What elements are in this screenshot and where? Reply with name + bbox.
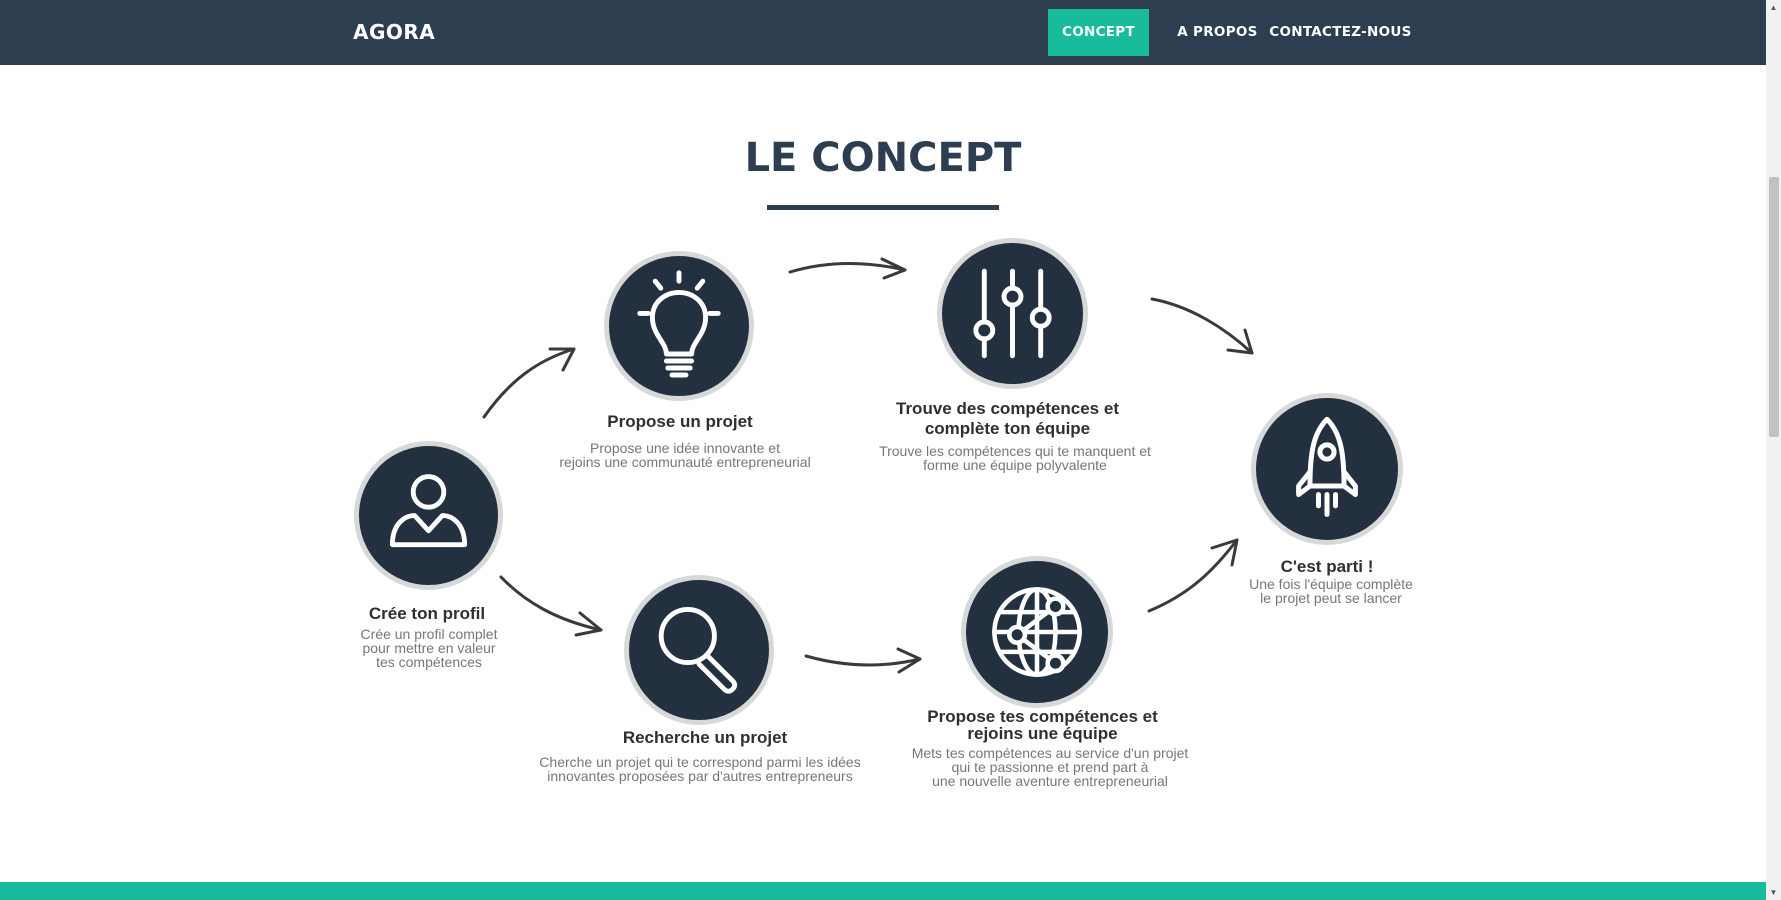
nav-item-concept[interactable]: CONCEPT — [1048, 9, 1149, 56]
step-desc-trouve: Trouve les compétences qui te manquent e… — [879, 443, 1151, 473]
rocket-icon — [1296, 416, 1358, 517]
step-desc-propose-competences: Mets tes compétences au service d'un pro… — [911, 745, 1189, 789]
footer-bar — [0, 882, 1766, 900]
step-title-parti: C'est parti ! — [1280, 557, 1374, 576]
scrollbar[interactable]: ▲ ▼ — [1766, 0, 1781, 900]
step-title-recherche: Recherche un projet — [622, 728, 788, 747]
step-desc-profil: Crée un profil complet pour mettre en va… — [360, 626, 498, 670]
user-icon — [389, 474, 468, 548]
scroll-up-arrow-icon[interactable]: ▲ — [1766, 0, 1781, 15]
magnifier-icon — [658, 606, 738, 694]
globe-network-icon — [992, 587, 1082, 677]
step-desc-propose: Propose une idée innovante et rejoins un… — [559, 440, 811, 470]
step-title-trouve: Trouve des compétences et complète ton é… — [896, 399, 1119, 438]
step-title-propose: Propose un projet — [607, 412, 753, 431]
arrow-profil-to-propose — [482, 347, 576, 419]
nav-item-contactez-nous[interactable]: CONTACTEZ-NOUS — [1262, 9, 1419, 56]
scrollbar-thumb[interactable] — [1769, 177, 1779, 437]
step-title-propose-competences: Propose tes compétences et rejoins une é… — [927, 707, 1158, 743]
step-title-profil: Crée ton profil — [368, 604, 486, 623]
step-circle-propose-competences — [961, 556, 1113, 708]
arrow-propose-competences-to-parti — [1147, 538, 1239, 613]
scroll-down-arrow-icon[interactable]: ▼ — [1766, 885, 1781, 900]
step-desc-parti: Une fois l'équipe complète le projet peu… — [1249, 576, 1413, 606]
arrow-trouve-to-parti — [1150, 297, 1254, 355]
step-circle-propose — [604, 251, 754, 401]
step-circle-profil — [354, 441, 503, 590]
step-circle-recherche — [624, 575, 774, 725]
arrow-recherche-to-propose-competences — [804, 647, 922, 674]
lightbulb-icon — [637, 270, 721, 378]
step-desc-recherche: Cherche un projet qui te correspond parm… — [539, 754, 861, 784]
step-circle-parti — [1251, 393, 1403, 545]
step-circle-trouve — [937, 238, 1088, 389]
section-title: LE CONCEPT — [744, 135, 1022, 181]
brand-logo[interactable]: AGORA — [353, 20, 435, 44]
sliders-icon — [973, 268, 1052, 359]
arrow-propose-to-trouve — [788, 257, 907, 280]
navbar: AGORA CONCEPT A PROPOS CONTACTEZ-NOUS — [0, 0, 1766, 65]
title-underline — [767, 205, 999, 210]
